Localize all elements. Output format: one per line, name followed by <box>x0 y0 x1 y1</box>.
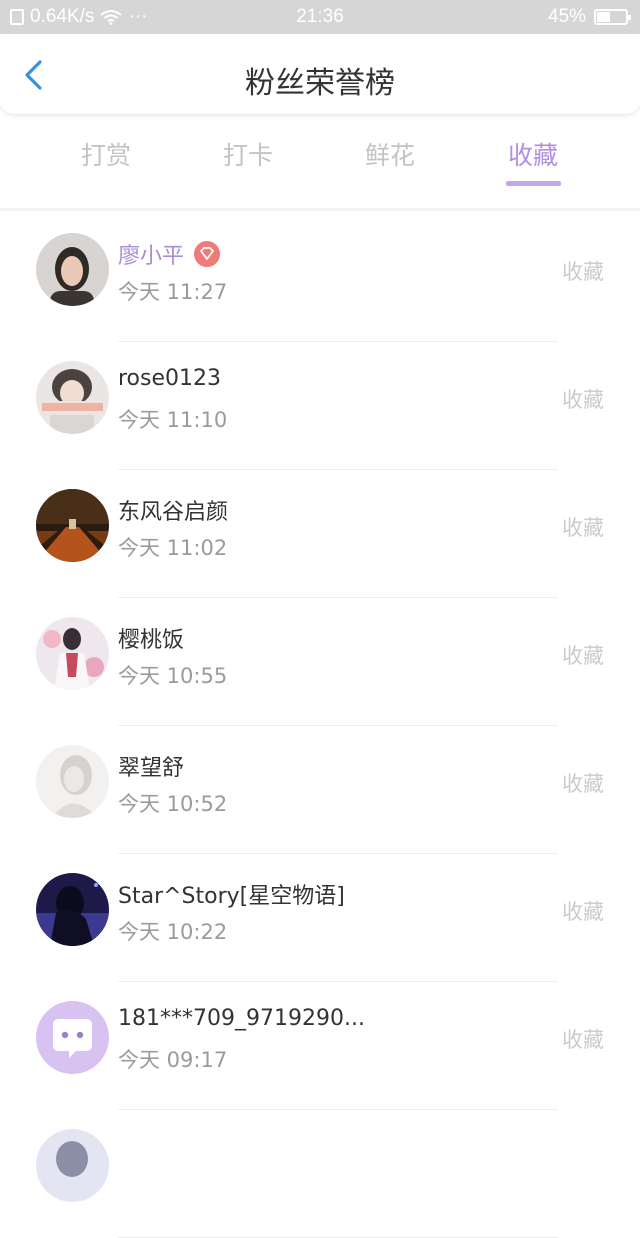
list-item[interactable]: 樱桃饭 今天 10:55 收藏 <box>0 598 640 726</box>
battery-percent: 45% <box>547 6 586 27</box>
fan-time: 今天 10:55 <box>118 664 228 688</box>
action-label: 收藏 <box>562 516 604 540</box>
action-label: 收藏 <box>562 260 604 284</box>
battery-icon <box>594 9 631 25</box>
action-label: 收藏 <box>562 1028 604 1052</box>
page-title: 粉丝荣誉榜 <box>245 66 395 101</box>
fan-name: Star^Story[星空物语] <box>118 884 345 909</box>
fan-time: 今天 09:17 <box>118 1048 228 1072</box>
nav-header: 粉丝荣誉榜 <box>0 34 640 115</box>
avatar[interactable] <box>36 745 109 818</box>
avatar[interactable] <box>36 873 109 946</box>
fan-list: 廖小平 今天 11:27 收藏 rose0123 今天 11:10 收藏 东风谷… <box>0 214 640 1238</box>
avatar[interactable] <box>36 489 109 562</box>
status-bar: 0.64K/s ··· 21:36 45% <box>0 0 640 34</box>
list-item[interactable]: 东风谷启颜 今天 11:02 收藏 <box>0 470 640 598</box>
list-item[interactable]: 181***709_9719290... 今天 09:17 收藏 <box>0 982 640 1110</box>
avatar[interactable] <box>36 1129 109 1202</box>
avatar[interactable] <box>36 1001 109 1074</box>
fan-name: 东风谷启颜 <box>118 500 229 525</box>
list-item[interactable]: rose0123 今天 11:10 收藏 <box>0 342 640 470</box>
tab-favorites[interactable]: 收藏 <box>483 136 583 172</box>
avatar[interactable] <box>36 361 109 434</box>
avatar[interactable] <box>36 233 109 306</box>
tab-checkin[interactable]: 打卡 <box>198 136 298 172</box>
list-item[interactable]: Star^Story[星空物语] 今天 10:22 收藏 <box>0 854 640 982</box>
fan-name: 樱桃饭 <box>118 628 185 653</box>
tab-bar: 打赏 打卡 鲜花 收藏 <box>0 130 640 190</box>
action-label: 收藏 <box>562 772 604 796</box>
fan-time: 今天 10:22 <box>118 920 228 944</box>
fan-time: 今天 11:10 <box>118 408 228 432</box>
list-item[interactable]: 廖小平 今天 11:27 收藏 <box>0 214 640 342</box>
tabs-divider <box>0 208 640 211</box>
action-label: 收藏 <box>562 900 604 924</box>
active-tab-indicator <box>506 181 561 186</box>
status-right: 45% <box>547 6 631 28</box>
avatar[interactable] <box>36 617 109 690</box>
fan-name: rose0123 <box>118 366 222 391</box>
fan-time: 今天 10:52 <box>118 792 228 816</box>
tab-tip[interactable]: 打赏 <box>56 136 156 172</box>
fan-name: 翠望舒 <box>118 756 185 781</box>
fan-name: 181***709_9719290... <box>118 1006 365 1031</box>
list-item[interactable]: 翠望舒 今天 10:52 收藏 <box>0 726 640 854</box>
action-label: 收藏 <box>562 388 604 412</box>
diamond-badge-icon <box>194 241 221 267</box>
fan-time: 今天 11:27 <box>118 280 228 304</box>
fan-name: 廖小平 <box>118 238 221 270</box>
fan-time: 今天 11:02 <box>118 536 228 560</box>
tab-flowers[interactable]: 鲜花 <box>340 136 440 172</box>
fan-name-text: 廖小平 <box>118 244 185 269</box>
status-time: 21:36 <box>296 6 344 27</box>
action-label: 收藏 <box>562 644 604 668</box>
list-item[interactable] <box>0 1110 640 1238</box>
